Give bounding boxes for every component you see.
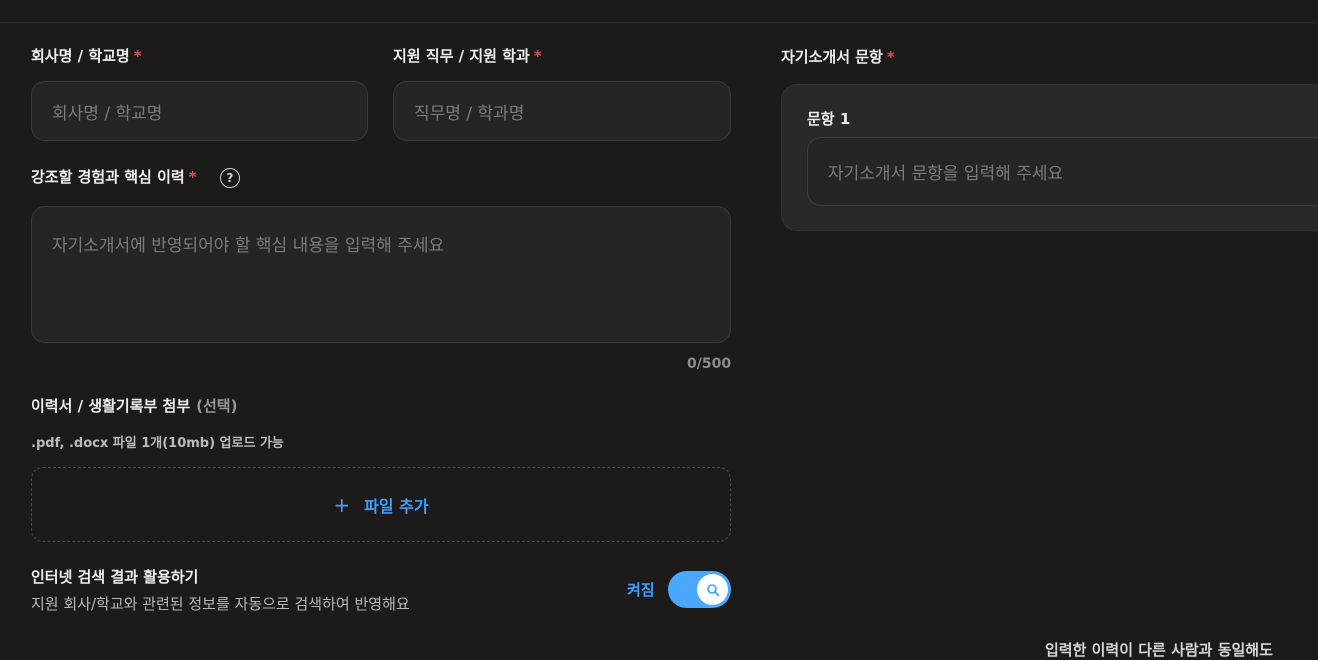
required-mark: * [886,48,895,66]
experience-placeholder: 자기소개서에 반영되어야 할 핵심 내용을 입력해 주세요 [52,236,445,256]
attachment-label: 이력서 / 생활기록부 첨부 (선택) [31,396,237,416]
toggle-knob [697,574,728,605]
question-input[interactable]: 자기소개서 문항을 입력해 주세요 [807,137,1318,206]
internet-search-title: 인터넷 검색 결과 활용하기 [31,568,199,586]
internet-search-toggle[interactable] [668,571,731,608]
position-label: 지원 직무 / 지원 학과 * [393,46,542,66]
experience-label: 강조할 경험과 핵심 이력 * [31,167,197,187]
attachment-label-text: 이력서 / 생활기록부 첨부 [31,397,191,415]
top-bar [0,0,1318,23]
experience-textarea[interactable]: 자기소개서에 반영되어야 할 핵심 내용을 입력해 주세요 [31,206,731,343]
required-mark: * [533,47,542,65]
question-label: 문항 1 [807,110,851,128]
search-icon [706,583,719,596]
required-mark: * [188,168,197,186]
company-label-text: 회사명 / 학교명 [31,47,130,65]
bottom-note: 입력한 이력이 다른 사람과 동일해도 [1045,641,1273,659]
company-input[interactable]: 회사명 / 학교명 [31,81,368,141]
position-label-text: 지원 직무 / 지원 학과 [393,47,530,65]
required-mark: * [133,47,142,65]
question-card: 문항 1 자기소개서 문항을 입력해 주세요 [781,84,1318,231]
question-placeholder: 자기소개서 문항을 입력해 주세요 [828,164,1064,184]
position-placeholder: 직무명 / 학과명 [414,103,525,124]
optional-tag: (선택) [196,397,238,415]
toggle-state-label: 켜짐 [627,581,655,599]
position-input[interactable]: 직무명 / 학과명 [393,81,731,141]
add-file-label: 파일 추가 [364,496,429,516]
questions-label: 자기소개서 문항 * [781,47,895,67]
company-label: 회사명 / 학교명 * [31,46,142,66]
company-placeholder: 회사명 / 학교명 [52,103,163,124]
experience-label-text: 강조할 경험과 핵심 이력 [31,168,185,186]
add-file-button[interactable]: + 파일 추가 [31,467,731,542]
help-icon[interactable]: ? [220,168,240,188]
character-counter: 0/500 [687,356,732,372]
internet-search-description: 지원 회사/학교와 관련된 정보를 자동으로 검색하여 반영해요 [31,595,410,613]
plus-icon: + [333,492,351,517]
questions-label-text: 자기소개서 문항 [781,48,883,66]
attachment-hint: .pdf, .docx 파일 1개(10mb) 업로드 가능 [31,436,284,451]
